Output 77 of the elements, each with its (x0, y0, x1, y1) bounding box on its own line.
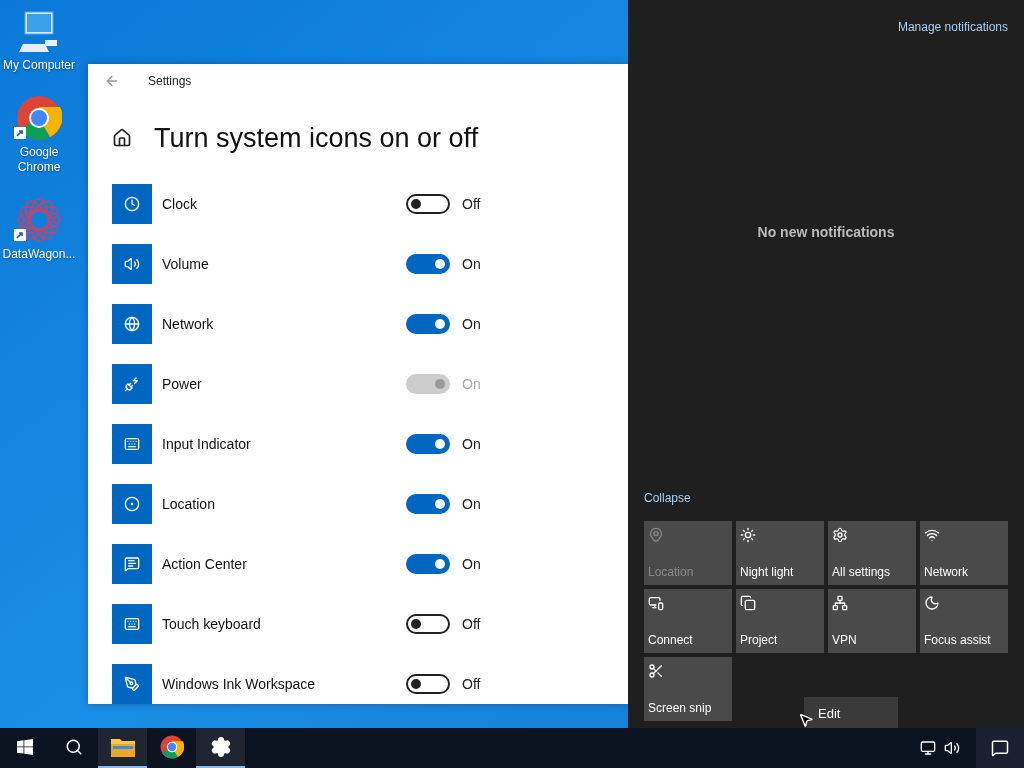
flower-pattern-icon (16, 197, 62, 243)
clock-icon (124, 196, 140, 212)
browser-logo-icon (159, 735, 184, 759)
toggle-switch[interactable] (406, 314, 450, 334)
collapse-link[interactable]: Collapse (644, 491, 691, 505)
message-icon (991, 739, 1009, 757)
toggle-switch[interactable] (406, 494, 450, 514)
action-center-button[interactable] (976, 728, 1024, 768)
window-title: Settings (148, 72, 192, 90)
setting-label: Clock (162, 194, 198, 214)
plug-icon (124, 376, 140, 392)
home-icon[interactable] (112, 127, 132, 148)
setting-label: Input Indicator (162, 434, 252, 454)
folder-icon (110, 737, 135, 757)
computer-icon (19, 10, 59, 54)
setting-label: Touch keyboard (162, 614, 262, 634)
toggle-switch[interactable] (406, 554, 450, 574)
moon-icon (924, 595, 940, 611)
browser-logo-icon (16, 95, 62, 141)
page-heading: Turn system icons on or off (154, 121, 479, 155)
toggle-state-text: On (462, 254, 481, 274)
target-icon (124, 496, 140, 512)
scissors-icon (648, 663, 664, 679)
manage-notifications-link[interactable]: Manage notifications (897, 18, 1008, 36)
keyboard-icon (124, 616, 140, 632)
speaker-icon[interactable] (944, 740, 960, 756)
toggle-state-text: Off (462, 614, 481, 634)
pen-icon (124, 676, 140, 692)
pin-icon (648, 527, 664, 543)
devices-icon (648, 595, 664, 611)
setting-label: Power (162, 374, 203, 394)
quick-action-tile[interactable]: Night light (736, 521, 824, 585)
toggle-state-text: Off (462, 674, 481, 694)
setting-label: Location (162, 494, 216, 514)
toggle-state-text: On (462, 434, 481, 454)
setting-label: Windows Ink Workspace (162, 674, 316, 694)
search-icon (64, 738, 83, 756)
sun-icon (740, 527, 756, 543)
settings-icon (832, 527, 848, 543)
toggle-state-text: On (462, 374, 481, 394)
toggle-switch[interactable] (406, 194, 450, 214)
quick-action-tile[interactable]: All settings (828, 521, 916, 585)
quick-action-tile[interactable]: Project (736, 589, 824, 653)
toggle-switch[interactable] (406, 254, 450, 274)
desktop-icon-label[interactable]: My Computer (3, 58, 75, 73)
mouse-cursor-icon (798, 712, 814, 728)
quick-action-tile[interactable]: Focus assist (920, 589, 1008, 653)
toggle-state-text: Off (462, 194, 481, 214)
keyboard-icon (124, 436, 140, 452)
toggle-state-text: On (462, 494, 481, 514)
quick-action-tile[interactable]: Screen snip (644, 657, 732, 721)
quick-action-tile[interactable]: Connect (644, 589, 732, 653)
empty-message: No new notifications (757, 223, 895, 242)
setting-label: Action Center (162, 554, 248, 574)
message-icon (124, 556, 140, 572)
taskbar-button[interactable] (98, 728, 147, 768)
desktop-icon-label[interactable]: Google Chrome (0, 145, 78, 175)
setting-label: Volume (162, 254, 210, 274)
toggle-state-text: On (462, 314, 481, 334)
nodes-icon (832, 595, 848, 611)
taskbar-button[interactable] (196, 728, 245, 768)
setting-label: Network (162, 314, 215, 334)
quick-action-tile[interactable]: Network (920, 521, 1008, 585)
toggle-state-text: On (462, 554, 481, 574)
settings-icon (209, 736, 232, 758)
wifi-icon (924, 527, 940, 543)
screens-icon (740, 595, 756, 611)
globe-icon (124, 316, 140, 332)
windows-logo-icon (16, 739, 33, 755)
toggle-switch[interactable] (406, 614, 450, 634)
toggle-switch[interactable] (406, 434, 450, 454)
speaker-icon (124, 256, 140, 272)
quick-action-tile[interactable]: VPN (828, 589, 916, 653)
desktop-icon-label[interactable]: DataWagon... (2, 247, 76, 262)
edit-button[interactable]: Edit (804, 697, 898, 731)
toggle-switch[interactable] (406, 674, 450, 694)
network-icon[interactable] (920, 740, 936, 756)
